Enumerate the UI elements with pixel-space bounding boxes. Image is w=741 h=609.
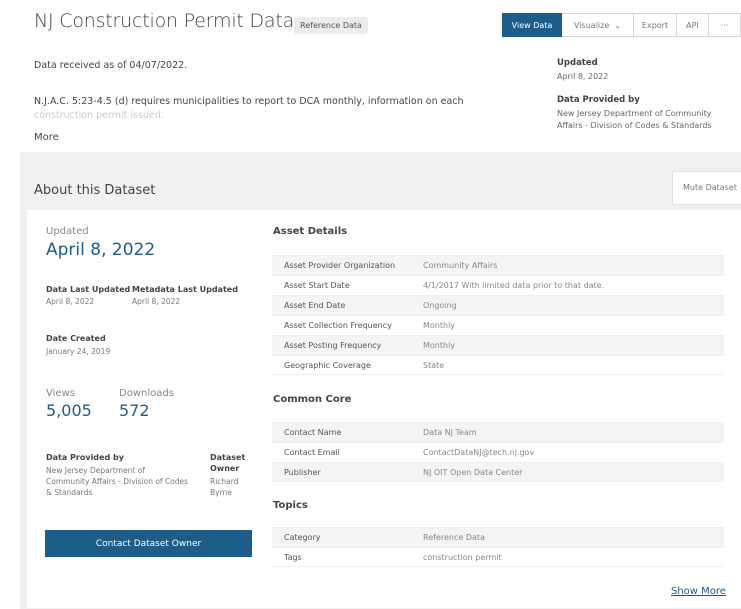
row-value: Ongoing (423, 301, 457, 310)
asset-details-title: Asset Details (273, 226, 348, 237)
row-value: Monthly (423, 341, 456, 350)
row-key: Tags (284, 552, 302, 562)
row-value: NJ OIT Open Data Center (423, 467, 523, 477)
row-key: Asset End Date (284, 301, 346, 310)
contact-dataset-owner-button[interactable]: Contact Dataset Owner (45, 530, 252, 557)
ellipsis-icon: ··· (720, 20, 729, 30)
category-link[interactable]: Reference Data (422, 533, 485, 542)
header-updated-label: Updated (557, 58, 598, 68)
dataset-owner-label-1: Dataset (210, 453, 246, 462)
provided-by-line-1: New Jersey Department of (46, 466, 145, 475)
more-actions-button[interactable]: ··· (709, 13, 741, 37)
table-row: Asset Provider Organization Community Af… (272, 255, 724, 275)
visualize-button[interactable]: Visualize ⌄ (562, 13, 634, 37)
table-row: Asset End Date Ongoing (272, 295, 724, 315)
mute-dataset-button[interactable]: Mute Dataset (672, 171, 741, 205)
table-row: Category Reference Data (272, 527, 724, 547)
row-value: Community Affairs (423, 261, 498, 270)
row-value: Monthly (423, 321, 456, 330)
data-last-updated-label: Data Last Updated (46, 285, 131, 294)
header-provided-by: Data Provided by New Jersey Department o… (557, 95, 712, 132)
category-badge[interactable]: Reference Data (294, 17, 368, 34)
header-updated: Updated April 8, 2022 (557, 58, 608, 83)
table-row: Geographic Coverage State (272, 355, 724, 375)
dataset-owner-line-1: Richard (210, 477, 239, 486)
row-key: Geographic Coverage (284, 360, 371, 370)
common-core-title: Common Core (273, 394, 352, 405)
views-label: Views (46, 388, 75, 399)
header-provided-line-2: Affairs - Division of Codes & Standards (557, 121, 712, 130)
table-row: Asset Posting Frequency Monthly (272, 335, 724, 355)
metadata-last-updated-label: Metadata Last Updated (132, 285, 238, 294)
dataset-owner-line-2: Byrne (210, 488, 232, 497)
export-button[interactable]: Export (634, 13, 677, 37)
row-key: Asset Collection Frequency (284, 321, 392, 330)
common-core-table: Contact Name Data NJ Team Contact Email … (272, 422, 724, 482)
topics-table: Category Reference Data Tags constructio… (272, 527, 724, 567)
topics-title: Topics (273, 500, 308, 511)
header-provided-line-1: New Jersey Department of Community (557, 109, 712, 118)
tag-link[interactable]: construction permit (422, 553, 502, 562)
provided-by-line-3: & Standards (46, 488, 93, 497)
chevron-down-icon: ⌄ (614, 20, 621, 30)
api-button[interactable]: API (677, 13, 709, 37)
row-key: Asset Posting Frequency (284, 341, 382, 350)
data-last-updated-value: April 8, 2022 (46, 297, 95, 306)
table-row: Tags construction permit (272, 547, 724, 567)
views-value: 5,005 (46, 401, 92, 420)
metadata-last-updated-value: April 8, 2022 (132, 297, 181, 306)
table-row: Asset Collection Frequency Monthly (272, 315, 724, 335)
contact-email-link[interactable]: ContactDataNJ@tech.nj.gov (422, 448, 534, 457)
row-key: Contact Name (284, 428, 342, 437)
date-created-value: January 24, 2019 (46, 347, 111, 356)
show-more-link[interactable]: Show More (671, 586, 726, 597)
dataset-owner-label-2: Owner (210, 464, 240, 473)
about-title: About this Dataset (34, 183, 156, 198)
row-key: Category (284, 533, 321, 542)
table-row: Contact Name Data NJ Team (272, 422, 724, 442)
visualize-label: Visualize (574, 20, 610, 30)
row-value: State (423, 360, 445, 370)
asset-details-table: Asset Provider Organization Community Af… (272, 255, 724, 375)
row-key: Asset Start Date (284, 281, 350, 290)
row-key: Contact Email (284, 448, 340, 457)
date-created-label: Date Created (46, 334, 106, 343)
row-value: Data NJ Team (423, 428, 477, 437)
table-row: Contact Email ContactDataNJ@tech.nj.gov (272, 442, 724, 462)
description-line-2: construction permit issued. (34, 110, 164, 121)
table-row: Asset Start Date 4/1/2017 With limited d… (272, 275, 724, 295)
header-provided-label: Data Provided by (557, 95, 640, 105)
provided-by-label: Data Provided by (46, 453, 124, 462)
data-received-text: Data received as of 04/07/2022. (34, 60, 188, 71)
action-toolbar: View Data Visualize ⌄ Export API ··· (502, 13, 741, 37)
downloads-value: 572 (119, 401, 150, 420)
provided-by-line-2: Community Affairs - Division of Codes (46, 477, 189, 486)
updated-value: April 8, 2022 (46, 240, 156, 260)
view-data-label: View Data (511, 20, 553, 30)
export-label: Export (641, 20, 669, 30)
updated-label: Updated (46, 226, 89, 237)
row-key: Publisher (284, 467, 321, 477)
more-link[interactable]: More (34, 132, 59, 143)
table-row: Publisher NJ OIT Open Data Center (272, 462, 724, 482)
row-key: Asset Provider Organization (284, 261, 396, 270)
view-data-button[interactable]: View Data (502, 13, 562, 37)
row-value: 4/1/2017 With limited data prior to that… (423, 281, 605, 290)
api-label: API (686, 20, 699, 30)
description-line-1: N.J.A.C. 5:23-4.5 (d) requires municipal… (34, 96, 464, 107)
page-title: NJ Construction Permit Data (34, 10, 295, 32)
header-updated-value: April 8, 2022 (557, 72, 609, 81)
downloads-label: Downloads (119, 388, 174, 399)
